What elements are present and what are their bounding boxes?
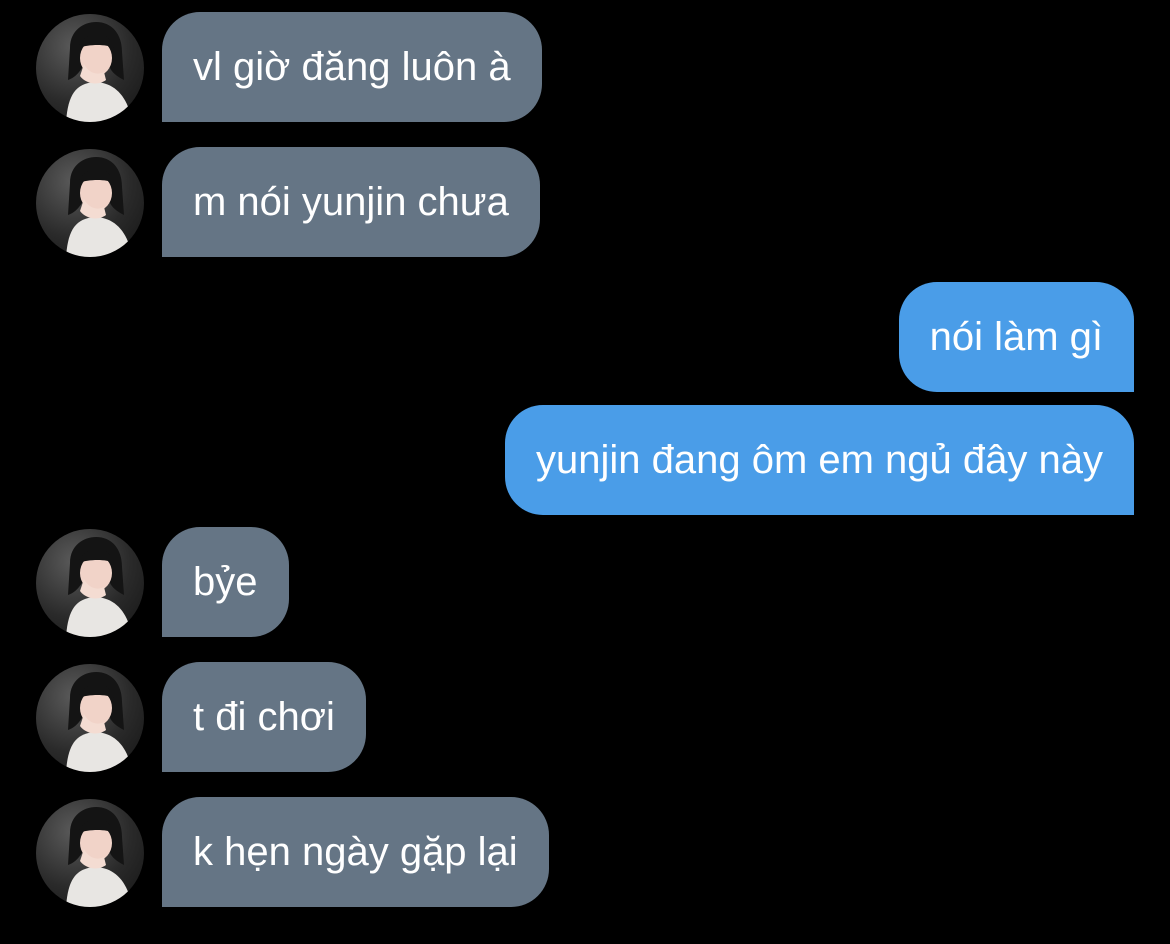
message-text: nói làm gì [929,315,1103,359]
message-text: yunjin đang ôm em ngủ đây này [535,438,1103,482]
message-text: m nói yunjin chưa [193,180,509,224]
message-text: vl giờ đăng luôn à [193,45,511,89]
message-row-incoming: vl giờ đăng luôn à [0,12,1170,122]
contact-avatar-icon [66,22,132,122]
contact-avatar-icon [66,537,132,637]
message-row-incoming: bỷe [0,527,1170,637]
message-text: k hẹn ngày gặp lại [193,830,518,874]
contact-avatar[interactable] [36,799,144,907]
message-row-outgoing: nói làm gì [0,282,1170,392]
incoming-message-bubble[interactable]: bỷe [162,527,289,637]
message-thread: vl giờ đăng luôn à m nói yunjin chưa nói… [0,0,1170,944]
incoming-message-bubble[interactable]: k hẹn ngày gặp lại [162,797,549,907]
contact-avatar-icon [66,807,132,907]
contact-avatar[interactable] [36,529,144,637]
contact-avatar-icon [66,672,132,772]
message-row-outgoing: yunjin đang ôm em ngủ đây này [0,405,1170,515]
message-text: bỷe [193,560,258,604]
outgoing-message-bubble[interactable]: yunjin đang ôm em ngủ đây này [504,405,1134,515]
contact-avatar[interactable] [36,14,144,122]
message-row-incoming: t đi chơi [0,662,1170,772]
incoming-message-bubble[interactable]: t đi chơi [162,662,366,772]
contact-avatar[interactable] [36,149,144,257]
contact-avatar[interactable] [36,664,144,772]
contact-avatar-icon [66,157,132,257]
message-row-incoming: m nói yunjin chưa [0,147,1170,257]
incoming-message-bubble[interactable]: m nói yunjin chưa [162,147,540,257]
incoming-message-bubble[interactable]: vl giờ đăng luôn à [162,12,542,122]
outgoing-message-bubble[interactable]: nói làm gì [898,282,1134,392]
message-row-incoming: k hẹn ngày gặp lại [0,797,1170,907]
message-text: t đi chơi [193,695,335,739]
